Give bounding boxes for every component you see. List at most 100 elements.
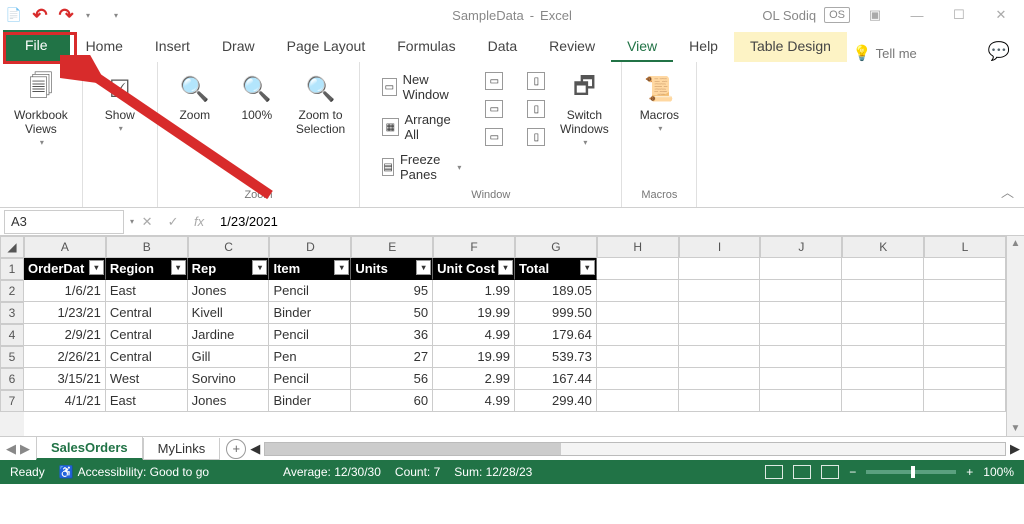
split-button[interactable]: ▭ [481, 70, 507, 92]
ribbon-options-icon[interactable]: ▣ [858, 3, 892, 27]
cell[interactable] [760, 346, 842, 368]
sheet-nav-next-icon[interactable]: ▶ [20, 441, 30, 457]
tab-view[interactable]: View [611, 32, 673, 62]
table-header[interactable]: OrderDat▾ [24, 258, 106, 280]
cell[interactable]: Binder [269, 302, 351, 324]
sheet-nav-prev-icon[interactable]: ◀ [6, 441, 16, 457]
qat-more-icon[interactable]: ▾ [86, 11, 90, 20]
col-head[interactable]: F [433, 236, 515, 258]
col-head[interactable]: I [679, 236, 761, 258]
cell[interactable]: 4.99 [433, 324, 515, 346]
tab-tabledesign[interactable]: Table Design [734, 32, 847, 62]
cell[interactable]: East [106, 280, 188, 302]
cell[interactable]: 189.05 [515, 280, 597, 302]
cell[interactable]: 19.99 [433, 346, 515, 368]
cell[interactable] [842, 346, 924, 368]
cell[interactable] [597, 390, 679, 412]
cell[interactable] [760, 390, 842, 412]
tab-home[interactable]: Home [70, 32, 139, 62]
cell[interactable]: 2/9/21 [24, 324, 106, 346]
formula-input[interactable] [212, 212, 1024, 231]
cell[interactable] [760, 302, 842, 324]
cell[interactable] [597, 324, 679, 346]
tab-pagelayout[interactable]: Page Layout [271, 32, 382, 62]
add-sheet-button[interactable]: + [226, 439, 246, 459]
cell[interactable] [842, 258, 924, 280]
tab-formulas[interactable]: Formulas [381, 32, 471, 62]
cell[interactable] [924, 346, 1006, 368]
cell[interactable]: East [106, 390, 188, 412]
collapse-ribbon-icon[interactable]: ︿ [1001, 182, 1014, 201]
user-badge[interactable]: OS [824, 7, 850, 23]
zoom-button[interactable]: 🔍Zoom [168, 70, 222, 124]
hsb-left-icon[interactable]: ◀ [250, 441, 260, 457]
cell[interactable] [924, 390, 1006, 412]
cell[interactable] [842, 280, 924, 302]
cell[interactable]: Pen [269, 346, 351, 368]
cell[interactable]: Pencil [269, 280, 351, 302]
macros-button[interactable]: 📜Macros▾ [632, 70, 686, 135]
cell[interactable]: 2.99 [433, 368, 515, 390]
table-header[interactable]: Units▾ [351, 258, 433, 280]
filter-icon[interactable]: ▾ [580, 260, 595, 275]
col-head[interactable]: C [188, 236, 270, 258]
cell[interactable]: Gill [188, 346, 270, 368]
cell[interactable]: 27 [351, 346, 433, 368]
cell[interactable] [679, 324, 761, 346]
row-head[interactable]: 2 [0, 280, 24, 302]
cell[interactable] [842, 368, 924, 390]
cell[interactable]: 539.73 [515, 346, 597, 368]
row-head[interactable]: 5 [0, 346, 24, 368]
arrange-all-button[interactable]: ▦Arrange All [378, 110, 465, 144]
horizontal-scrollbar[interactable]: ◀ ▶ [246, 441, 1024, 457]
filter-icon[interactable]: ▾ [498, 260, 513, 275]
table-header[interactable]: Total▾ [515, 258, 597, 280]
show-button[interactable]: ☑Show▾ [93, 70, 147, 135]
cell[interactable] [924, 280, 1006, 302]
zoom-in-icon[interactable]: + [966, 465, 973, 479]
filter-icon[interactable]: ▾ [416, 260, 431, 275]
col-head[interactable]: E [351, 236, 433, 258]
zoom-out-icon[interactable]: − [849, 465, 856, 479]
cell[interactable]: 179.64 [515, 324, 597, 346]
hsb-right-icon[interactable]: ▶ [1010, 441, 1020, 457]
cell[interactable] [760, 324, 842, 346]
tab-review[interactable]: Review [533, 32, 611, 62]
switch-windows-button[interactable]: 🗗Switch Windows▾ [557, 70, 611, 149]
filter-icon[interactable]: ▾ [252, 260, 267, 275]
unhide-button[interactable]: ▭ [481, 126, 507, 148]
cell[interactable] [760, 258, 842, 280]
zoom-100-button[interactable]: 🔍100% [230, 70, 284, 124]
cell[interactable]: 60 [351, 390, 433, 412]
fx-icon[interactable]: fx [186, 214, 212, 229]
tab-draw[interactable]: Draw [206, 32, 271, 62]
cell[interactable]: Kivell [188, 302, 270, 324]
name-box[interactable]: A3 [4, 210, 124, 234]
select-all[interactable]: ◢ [0, 236, 24, 258]
tab-help[interactable]: Help [673, 32, 734, 62]
cell[interactable]: Sorvino [188, 368, 270, 390]
cell[interactable]: 95 [351, 280, 433, 302]
cell[interactable] [842, 302, 924, 324]
page-break-view-icon[interactable] [821, 465, 839, 479]
tab-file[interactable]: File [3, 30, 70, 62]
cell[interactable]: Binder [269, 390, 351, 412]
cell[interactable] [597, 258, 679, 280]
table-header[interactable]: Unit Cost▾ [433, 258, 515, 280]
cell[interactable]: West [106, 368, 188, 390]
cell[interactable] [597, 368, 679, 390]
table-header[interactable]: Item▾ [269, 258, 351, 280]
cell[interactable]: Jardine [188, 324, 270, 346]
accessibility-status[interactable]: ♿Accessibility: Good to go [59, 465, 209, 479]
col-head[interactable]: G [515, 236, 597, 258]
tab-data[interactable]: Data [472, 32, 534, 62]
hide-button[interactable]: ▭ [481, 98, 507, 120]
cell[interactable]: 299.40 [515, 390, 597, 412]
cell[interactable]: Central [106, 346, 188, 368]
cell[interactable]: 1.99 [433, 280, 515, 302]
new-window-button[interactable]: ▭New Window [378, 70, 465, 104]
filter-icon[interactable]: ▾ [334, 260, 349, 275]
table-header[interactable]: Region▾ [106, 258, 188, 280]
col-head[interactable]: L [924, 236, 1006, 258]
cell[interactable] [679, 280, 761, 302]
